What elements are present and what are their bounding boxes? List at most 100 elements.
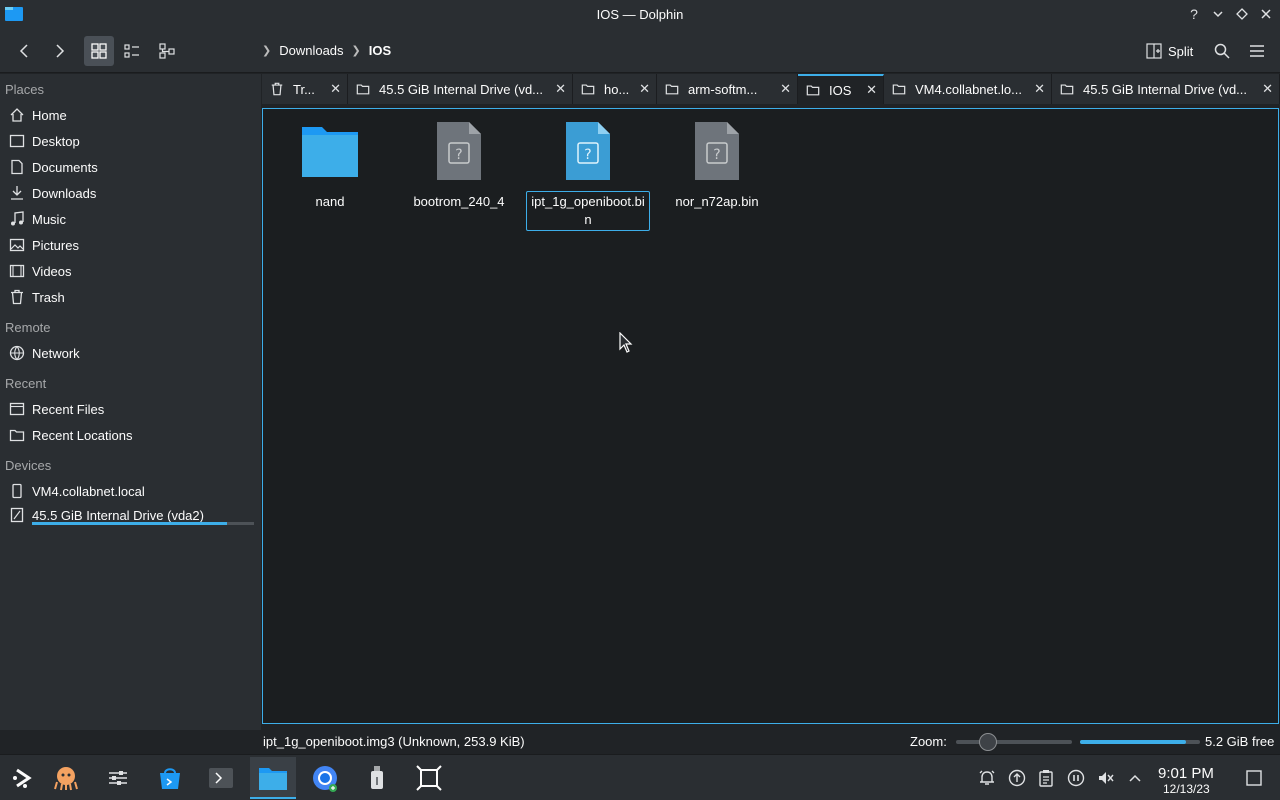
tab-close-icon[interactable]: ✕ — [780, 81, 791, 97]
tab-close-icon[interactable]: ✕ — [555, 81, 566, 97]
clock-time[interactable]: 9:01 PM — [1158, 765, 1214, 782]
download-icon — [4, 185, 30, 201]
tab-ios[interactable]: IOS ✕ — [798, 74, 884, 104]
details-view-button[interactable] — [152, 36, 182, 66]
breadcrumb-item-current[interactable]: IOS — [369, 43, 391, 58]
zoom-slider-handle[interactable] — [979, 733, 997, 751]
tab-close-icon[interactable]: ✕ — [639, 81, 650, 97]
clipboard-icon — [1039, 770, 1053, 787]
compact-view-button[interactable] — [117, 36, 147, 66]
tray-clipboard[interactable] — [1036, 768, 1056, 788]
octopus-app-icon — [54, 767, 78, 791]
tray-media-player[interactable] — [1066, 768, 1086, 788]
grid-view-icon — [91, 43, 107, 59]
settings-sliders-icon — [109, 771, 127, 785]
free-space-label: 5.2 GiB free — [1205, 734, 1275, 749]
tab-bar: Tr... ✕ 45.5 GiB Internal Drive (vd... ✕… — [262, 74, 1280, 104]
forward-button[interactable] — [44, 36, 74, 66]
tab-trash[interactable]: Tr... ✕ — [262, 74, 348, 104]
title-bar: IOS — Dolphin ? — [0, 0, 1280, 29]
tab-internal-drive-1[interactable]: 45.5 GiB Internal Drive (vd... ✕ — [348, 74, 573, 104]
search-button[interactable] — [1207, 36, 1237, 66]
tab-vm4[interactable]: VM4.collabnet.lo... ✕ — [884, 74, 1052, 104]
mouse-cursor-icon — [619, 332, 633, 353]
svg-text:?: ? — [713, 147, 720, 163]
sidebar-item-videos[interactable]: Videos — [0, 259, 258, 283]
file-item-nor-n72ap[interactable]: ? nor_n72ap.bin — [655, 121, 779, 211]
application-launcher-button[interactable] — [0, 757, 46, 799]
phone-device-icon — [4, 483, 30, 499]
sidebar-item-network[interactable]: Network — [0, 341, 258, 365]
maximize-icon[interactable] — [1232, 4, 1252, 24]
window-title: IOS — Dolphin — [596, 7, 684, 22]
sidebar-item-vm4[interactable]: VM4.collabnet.local — [0, 479, 258, 503]
free-space-fill — [1080, 740, 1186, 744]
drive-icon — [356, 82, 372, 96]
clock-date[interactable]: 12/13/23 — [1163, 782, 1210, 796]
drive-icon — [4, 507, 30, 523]
file-item-nand[interactable]: nand — [268, 121, 392, 211]
sidebar-item-recent-files[interactable]: Recent Files — [0, 397, 258, 421]
sidebar-item-pictures[interactable]: Pictures — [0, 233, 258, 257]
tray-expand[interactable] — [1125, 768, 1145, 788]
help-icon[interactable]: ? — [1184, 4, 1204, 24]
tab-arm-softmmu[interactable]: arm-softm... ✕ — [657, 74, 798, 104]
sidebar-item-music[interactable]: Music — [0, 207, 258, 231]
sidebar-item-downloads[interactable]: Downloads — [0, 181, 258, 205]
tray-updates[interactable] — [1007, 768, 1027, 788]
tab-close-icon[interactable]: ✕ — [330, 81, 341, 97]
tab-close-icon[interactable]: ✕ — [1034, 81, 1045, 97]
folder-icon — [1060, 82, 1076, 96]
sidebar-item-documents[interactable]: Documents — [0, 155, 258, 179]
taskbar-app-octopus[interactable] — [43, 757, 89, 799]
tab-internal-drive-2[interactable]: 45.5 GiB Internal Drive (vd... ✕ — [1052, 74, 1280, 104]
drive-usage-fill — [32, 522, 228, 525]
file-item-ipt-openiboot[interactable]: ? ipt_1g_openiboot.bin — [526, 121, 650, 231]
unknown-file-icon: ? — [526, 121, 650, 183]
menu-button[interactable] — [1242, 36, 1272, 66]
taskbar-app-usb[interactable] — [354, 757, 400, 799]
split-button[interactable]: Split — [1142, 37, 1197, 65]
section-devices: Devices — [5, 458, 52, 473]
taskbar-app-discover[interactable] — [147, 757, 193, 799]
music-note-icon — [4, 211, 30, 227]
tab-home[interactable]: ho... ✕ — [573, 74, 657, 104]
zoom-slider-track[interactable] — [956, 740, 1072, 744]
unknown-file-icon: ? — [655, 121, 779, 183]
taskbar-app-chrome[interactable] — [302, 757, 348, 799]
usb-drive-icon — [371, 766, 383, 789]
back-button[interactable] — [10, 36, 40, 66]
taskbar-app-terminal[interactable] — [198, 757, 244, 799]
taskbar-app-settings[interactable] — [95, 757, 141, 799]
file-item-bootrom[interactable]: ? bootrom_240_4 — [397, 121, 521, 211]
tree-view-icon — [159, 43, 175, 59]
taskbar-app-window-overview[interactable] — [406, 757, 452, 799]
sidebar-item-trash[interactable]: Trash — [0, 285, 258, 309]
breadcrumb-item-downloads[interactable]: Downloads — [279, 43, 343, 58]
drive-usage-bar — [32, 522, 254, 525]
sidebar-item-desktop[interactable]: Desktop — [0, 129, 258, 153]
tab-close-icon[interactable]: ✕ — [1262, 81, 1273, 97]
home-icon — [4, 107, 30, 123]
taskbar-app-dolphin[interactable] — [250, 757, 296, 799]
file-view[interactable]: nand ? bootrom_240_4 ? ipt_1g_openiboot.… — [262, 108, 1279, 724]
minimize-icon[interactable] — [1208, 4, 1228, 24]
show-desktop-button[interactable] — [1244, 768, 1264, 788]
zoom-label: Zoom: — [910, 734, 947, 749]
sidebar-item-recent-locations[interactable]: Recent Locations — [0, 423, 258, 447]
close-icon[interactable] — [1256, 4, 1276, 24]
sidebar-item-home[interactable]: Home — [0, 103, 258, 127]
icons-view-button[interactable] — [84, 36, 114, 66]
forward-arrow-icon — [56, 44, 65, 58]
svg-text:?: ? — [455, 147, 462, 163]
tray-volume[interactable] — [1096, 768, 1116, 788]
documents-icon — [4, 159, 30, 175]
free-space-bar — [1080, 740, 1200, 744]
image-icon — [4, 237, 30, 253]
network-globe-icon — [4, 345, 30, 361]
section-remote: Remote — [5, 320, 51, 335]
tab-close-icon[interactable]: ✕ — [866, 82, 877, 98]
tray-notifications[interactable] — [977, 768, 997, 788]
volume-muted-icon — [1099, 772, 1114, 784]
search-icon — [1214, 43, 1230, 59]
